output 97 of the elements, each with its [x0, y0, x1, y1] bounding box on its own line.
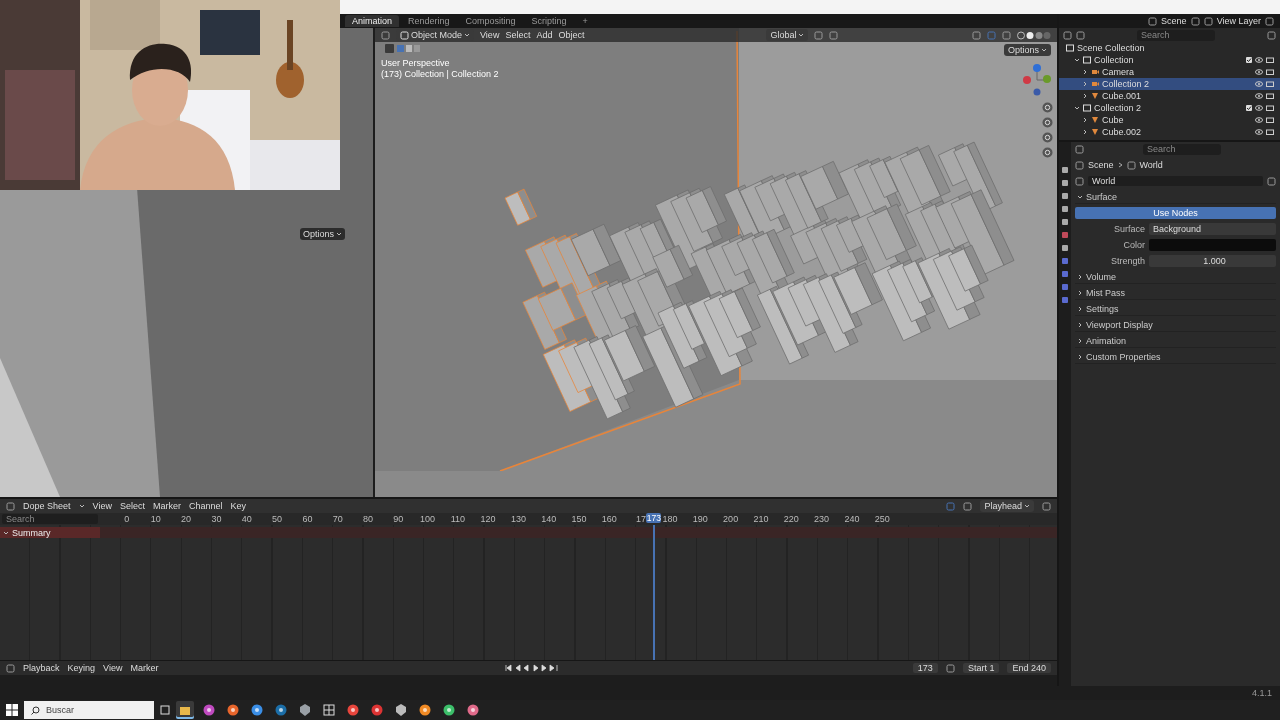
panel-header[interactable]: Mist Pass	[1075, 286, 1276, 300]
current-frame-field[interactable]: 173	[912, 663, 938, 673]
menu-item[interactable]: Marker	[130, 663, 159, 673]
shader-field[interactable]: Background	[1149, 223, 1276, 235]
outliner-label: Cube.001	[1102, 91, 1142, 101]
frame-number: 90	[393, 514, 404, 524]
options-dropdown[interactable]: Options	[1003, 44, 1051, 56]
outliner-label: Scene Collection	[1077, 43, 1145, 53]
frame-number: 200	[723, 514, 739, 524]
frame-number: 160	[601, 514, 617, 524]
orientation-dropdown[interactable]: Global	[766, 29, 809, 41]
outliner-row[interactable]: Collection 2	[1059, 78, 1280, 90]
frame-number: 80	[363, 514, 374, 524]
editor-dropdown[interactable]: Dope Sheet	[23, 501, 71, 511]
menu-item[interactable]: Object	[558, 30, 585, 40]
viewport[interactable]: Object Mode View Select Add Object Global Options User Perspective (173) Collection | Collection 2	[375, 28, 1057, 497]
outliner-row[interactable]: Cube	[1059, 114, 1280, 126]
frame-number: 210	[753, 514, 769, 524]
options-dropdown[interactable]: Options	[300, 228, 346, 240]
frame-number: 20	[181, 514, 192, 524]
version-text: 4.1.1	[1251, 688, 1272, 698]
frame-number: 220	[783, 514, 799, 524]
outliner-row[interactable]: Scene Collection	[1059, 42, 1280, 54]
menu-item[interactable]: Select	[119, 501, 145, 511]
breadcrumb-item: Scene	[1088, 160, 1114, 170]
frame-number: 240	[844, 514, 860, 524]
workspace-tab[interactable]: Animation	[345, 15, 400, 27]
frame-number: 110	[450, 514, 466, 524]
menu-item[interactable]: Marker	[152, 501, 181, 511]
frame-number: 60	[302, 514, 313, 524]
outliner-label: Cube	[1102, 115, 1124, 125]
menu-item[interactable]: View	[103, 663, 123, 673]
search-field[interactable]: Search	[2, 514, 98, 524]
frame-number: 180	[662, 514, 678, 524]
outliner-label: Cube.002	[1102, 127, 1142, 137]
add-workspace-button[interactable]: +	[575, 15, 595, 27]
scene-name[interactable]: Scene	[1161, 16, 1187, 26]
menu-item[interactable]: Key	[230, 501, 246, 511]
outliner-label: Collection	[1094, 55, 1134, 65]
menu-item[interactable]: Playback	[23, 663, 60, 673]
panel-header[interactable]: Custom Properties	[1075, 350, 1276, 364]
panel-header[interactable]: Surface	[1075, 190, 1276, 204]
outliner-row[interactable]: Cube.002	[1059, 126, 1280, 138]
frame-number: 30	[211, 514, 222, 524]
frame-number: 150	[571, 514, 587, 524]
menu-item[interactable]: Keying	[67, 663, 96, 673]
search-field[interactable]: Search	[1143, 143, 1221, 155]
panel-header[interactable]: Settings	[1075, 302, 1276, 316]
number-field[interactable]: 1.000	[1149, 255, 1276, 267]
frame-number: 0	[124, 514, 130, 524]
frame-number: 100	[419, 514, 435, 524]
playhead-dropdown[interactable]: Playhead	[980, 500, 1034, 512]
search-field[interactable]: Search	[1137, 29, 1215, 41]
menu-item[interactable]: View	[480, 30, 500, 40]
outliner-row[interactable]: Camera	[1059, 66, 1280, 78]
field-label: Surface	[1112, 224, 1145, 234]
frame-number: 40	[241, 514, 252, 524]
frame-number: 250	[874, 514, 890, 524]
frame-number: 230	[814, 514, 830, 524]
frame-number: 190	[692, 514, 708, 524]
viewport-info-text: User Perspective	[381, 58, 451, 68]
menu-item[interactable]: Channel	[188, 501, 223, 511]
current-frame-badge[interactable]: 173	[645, 513, 661, 523]
outliner-label: Collection 2	[1102, 79, 1150, 89]
field-label: Strength	[1109, 256, 1145, 266]
frame-number: 17	[635, 514, 646, 524]
end-frame-field[interactable]: End 240	[1007, 663, 1051, 673]
world-name-field[interactable]: World	[1088, 176, 1263, 186]
taskbar-search-field[interactable]: Buscar	[24, 701, 154, 719]
channel-label: Summary	[12, 527, 51, 538]
outliner-row[interactable]: Collection 2	[1059, 102, 1280, 114]
outliner-label: Collection 2	[1094, 103, 1142, 113]
frame-number: 130	[510, 514, 526, 524]
panel-header[interactable]: Volume	[1075, 270, 1276, 284]
start-frame-field[interactable]: Start 1	[962, 663, 1000, 673]
use-nodes-button[interactable]: Use Nodes	[1075, 207, 1276, 219]
frame-number: 10	[150, 514, 161, 524]
frame-number: 120	[480, 514, 496, 524]
view-layer-name[interactable]: View Layer	[1216, 16, 1261, 26]
viewport-info-text: (173) Collection | Collection 2	[381, 69, 499, 79]
workspace-tab[interactable]: Compositing	[458, 15, 523, 27]
panel-header[interactable]: Viewport Display	[1075, 318, 1276, 332]
menu-item[interactable]: Select	[505, 30, 531, 40]
outliner-label: Camera	[1102, 67, 1134, 77]
menu-item[interactable]: Add	[536, 30, 553, 40]
channel-row[interactable]: Summary	[0, 527, 100, 538]
workspace-tab[interactable]: Rendering	[401, 15, 457, 27]
menu-item[interactable]: View	[92, 501, 112, 511]
field-label: Color	[1122, 240, 1145, 250]
outliner-row[interactable]: Cube.001	[1059, 90, 1280, 102]
breadcrumb-item: World	[1139, 160, 1163, 170]
panel-header[interactable]: Animation	[1075, 334, 1276, 348]
outliner-row[interactable]: Collection	[1059, 54, 1280, 66]
frame-number: 50	[272, 514, 283, 524]
frame-number: 70	[332, 514, 343, 524]
workspace-tab[interactable]: Scripting	[524, 15, 574, 27]
frame-number: 140	[541, 514, 557, 524]
